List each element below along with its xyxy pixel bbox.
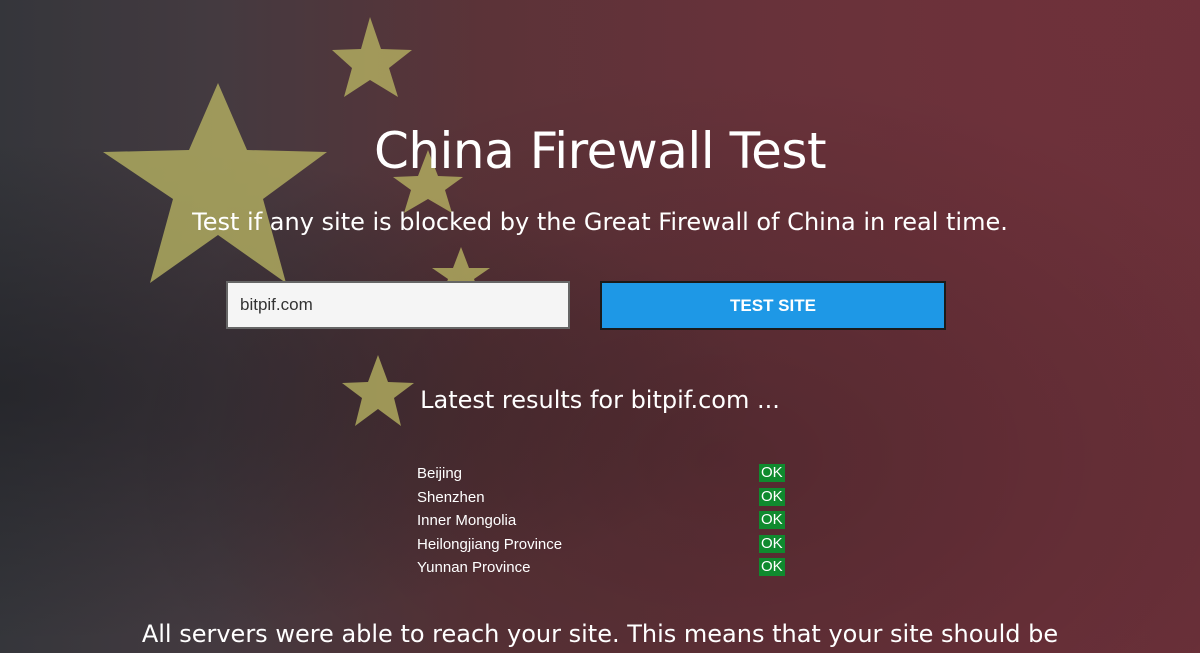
status-badge: OK: [759, 534, 785, 553]
result-row-yunnan: Yunnan Province OK: [417, 557, 787, 581]
result-location: Inner Mongolia: [417, 512, 517, 529]
results-table: Beijing OK Shenzhen OK Inner Mongolia OK…: [417, 463, 787, 581]
status-badge: OK: [759, 558, 785, 576]
result-location: Heilongjiang Province: [417, 535, 563, 553]
status-badge: OK: [759, 511, 785, 529]
result-row-inner-mongolia: Inner Mongolia OK: [417, 510, 787, 534]
big-star-icon: [103, 83, 327, 283]
status-badge: OK: [759, 464, 785, 482]
result-location: Shenzhen: [417, 488, 485, 506]
test-site-button[interactable]: TEST SITE: [600, 281, 946, 330]
page-title: China Firewall Test: [373, 122, 827, 180]
summary-text: All servers were able to reach your site…: [141, 620, 1059, 648]
result-location: Yunnan Province: [417, 559, 531, 576]
result-row-heilongjiang: Heilongjiang Province OK: [417, 534, 787, 558]
site-url-input[interactable]: [226, 281, 570, 329]
result-location: Beijing: [417, 465, 463, 482]
result-row-shenzhen: Shenzhen OK: [417, 487, 787, 511]
results-heading: Latest results for bitpif.com ...: [420, 386, 780, 414]
small-star-icon: [332, 17, 412, 97]
page-subtitle: Test if any site is blocked by the Great…: [192, 208, 1008, 236]
status-badge: OK: [759, 487, 785, 506]
result-row-beijing: Beijing OK: [417, 463, 787, 487]
